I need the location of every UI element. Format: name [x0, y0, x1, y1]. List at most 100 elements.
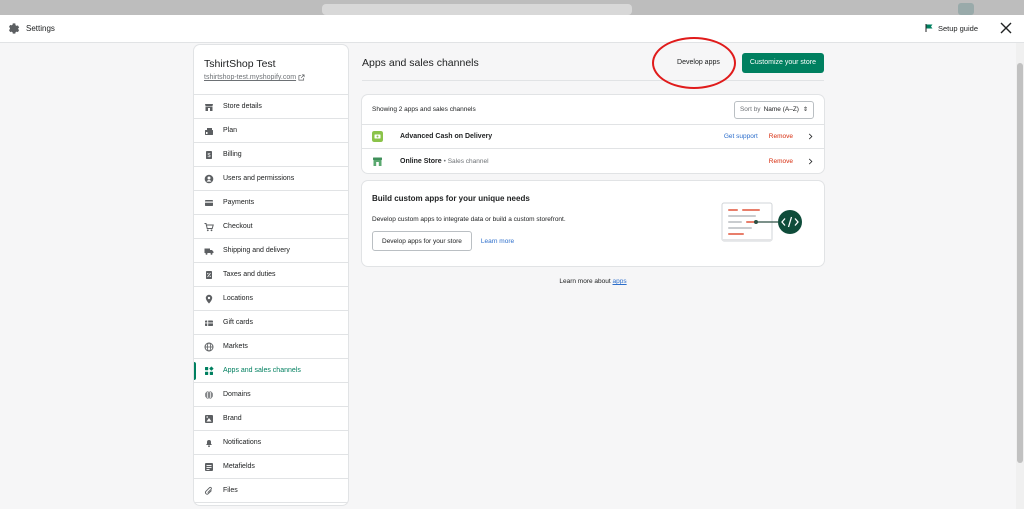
sidebar-item-users-and-permissions[interactable]: Users and permissions — [194, 167, 348, 191]
sidebar-item-markets[interactable]: Markets — [194, 335, 348, 359]
store-info: TshirtShop Test tshirtshop-test.myshopif… — [194, 45, 348, 95]
footer-text: Learn more about — [559, 278, 611, 285]
setup-guide-label: Setup guide — [937, 23, 978, 33]
sidebar-item-label: Billing — [223, 151, 242, 158]
background-admin-bar — [0, 0, 1024, 15]
scrollbar[interactable] — [1016, 43, 1024, 509]
custom-apps-card: Build custom apps for your unique needs … — [362, 181, 824, 266]
chevron-right-icon[interactable] — [807, 133, 814, 140]
sort-value: Name (A–Z) — [763, 106, 799, 113]
truck-icon — [204, 246, 214, 256]
cash-on-delivery-app-icon — [372, 131, 383, 142]
user-icon — [204, 174, 214, 184]
sidebar-item-notifications[interactable]: Notifications — [194, 431, 348, 455]
gift-card-icon — [204, 318, 214, 328]
sidebar-item-label: Gift cards — [223, 319, 253, 326]
sidebar-item-plan[interactable]: Plan — [194, 119, 348, 143]
sort-label: Sort by — [739, 106, 761, 113]
app-name: Online Store — [400, 157, 442, 165]
sidebar-item-label: Taxes and duties — [223, 271, 276, 278]
main-content: Apps and sales channels Develop apps Cus… — [362, 37, 824, 285]
store-name: TshirtShop Test — [204, 58, 276, 70]
modal-title: Settings — [26, 24, 55, 33]
remove-app-link[interactable]: Remove — [769, 158, 793, 165]
apps-count: Showing 2 apps and sales channels — [372, 106, 476, 113]
sidebar-item-payments[interactable]: Payments — [194, 191, 348, 215]
tax-icon — [204, 270, 214, 280]
sidebar-item-store-details[interactable]: Store details — [194, 95, 348, 119]
code-illustration-icon — [721, 202, 802, 242]
sidebar-item-label: Files — [223, 487, 238, 494]
sidebar-item-apps-and-sales-channels[interactable]: Apps and sales channels — [194, 359, 348, 383]
setup-guide-button[interactable]: Setup guide — [924, 23, 978, 33]
learn-more-link[interactable]: Learn more — [481, 238, 514, 245]
online-store-icon — [373, 157, 382, 166]
sidebar-item-domains[interactable]: Domains — [194, 383, 348, 407]
sidebar-item-label: Markets — [223, 343, 248, 350]
sidebar-nav: Store details Plan $ Billing Users and permi… — [194, 95, 348, 503]
sidebar-item-shipping-and-delivery[interactable]: Shipping and delivery — [194, 239, 348, 263]
store-icon — [204, 102, 214, 112]
sidebar-item-files[interactable]: Files — [194, 479, 348, 503]
remove-app-link[interactable]: Remove — [769, 133, 793, 140]
payments-icon — [204, 198, 214, 208]
apps-list-card: Showing 2 apps and sales channels Sort b… — [362, 95, 824, 173]
footer-learn-more: Learn more about apps — [362, 278, 824, 285]
sidebar-item-locations[interactable]: Locations — [194, 287, 348, 311]
select-caret-icon: ⇕ — [802, 107, 808, 113]
sidebar-item-label: Locations — [223, 295, 253, 302]
gear-icon — [8, 22, 20, 34]
sidebar-item-label: Notifications — [223, 439, 262, 446]
bell-icon — [204, 438, 214, 448]
get-support-link[interactable]: Get support — [724, 133, 758, 140]
sidebar-item-billing[interactable]: $ Billing — [194, 143, 348, 167]
customize-store-button[interactable]: Customize your store — [741, 52, 824, 73]
sidebar-item-label: Apps and sales channels — [223, 367, 301, 374]
chevron-right-icon[interactable] — [807, 158, 814, 165]
app-subtitle: • Sales channel — [443, 157, 489, 165]
brand-icon — [204, 414, 214, 424]
sort-select[interactable]: Sort by Name (A–Z) ⇕ — [733, 100, 814, 119]
sidebar-item-label: Payments — [223, 199, 255, 206]
app-row[interactable]: Online Store • Sales channel Remove — [362, 149, 824, 173]
svg-text:$: $ — [207, 153, 210, 159]
background-avatar — [958, 3, 974, 15]
sidebar-item-label: Domains — [223, 391, 251, 398]
settings-sidebar: TshirtShop Test tshirtshop-test.myshopif… — [194, 45, 348, 505]
apps-icon — [204, 366, 214, 376]
sidebar-item-gift-cards[interactable]: Gift cards — [194, 311, 348, 335]
develop-apps-for-store-button[interactable]: Develop apps for your store — [372, 231, 472, 251]
header-actions: Develop apps Customize your store — [669, 52, 824, 73]
develop-apps-button[interactable]: Develop apps — [669, 55, 728, 70]
sidebar-item-label: Users and permissions — [223, 175, 295, 182]
background-search-bar — [322, 4, 632, 15]
domain-globe-icon — [204, 390, 214, 400]
apps-link[interactable]: apps — [613, 278, 627, 285]
plan-icon — [204, 126, 214, 136]
metafields-icon — [204, 462, 214, 472]
store-url: tshirtshop-test.myshopify.com — [204, 74, 297, 81]
store-url-link[interactable]: tshirtshop-test.myshopify.com — [204, 74, 338, 81]
sidebar-item-label: Checkout — [223, 223, 253, 230]
sidebar-item-label: Store details — [223, 103, 262, 110]
sidebar-item-label: Shipping and delivery — [223, 247, 290, 254]
sidebar-item-metafields[interactable]: Metafields — [194, 455, 348, 479]
globe-icon — [204, 342, 214, 352]
billing-icon: $ — [204, 150, 214, 160]
flag-icon — [925, 24, 933, 32]
app-name: Advanced Cash on Delivery — [400, 133, 493, 140]
app-row[interactable]: Advanced Cash on Delivery Get support Re… — [362, 125, 824, 149]
sidebar-item-brand[interactable]: Brand — [194, 407, 348, 431]
close-icon[interactable] — [998, 20, 1014, 36]
sidebar-item-label: Plan — [223, 127, 238, 134]
paperclip-icon — [204, 486, 214, 496]
sidebar-item-label: Brand — [223, 415, 242, 422]
cart-icon — [204, 222, 214, 232]
sidebar-item-label: Metafields — [223, 463, 255, 470]
scrollbar-thumb[interactable] — [1017, 63, 1023, 463]
sidebar-item-taxes-and-duties[interactable]: Taxes and duties — [194, 263, 348, 287]
external-link-icon — [298, 74, 305, 81]
sidebar-item-checkout[interactable]: Checkout — [194, 215, 348, 239]
apps-list-header: Showing 2 apps and sales channels Sort b… — [362, 95, 824, 125]
location-pin-icon — [204, 294, 214, 304]
